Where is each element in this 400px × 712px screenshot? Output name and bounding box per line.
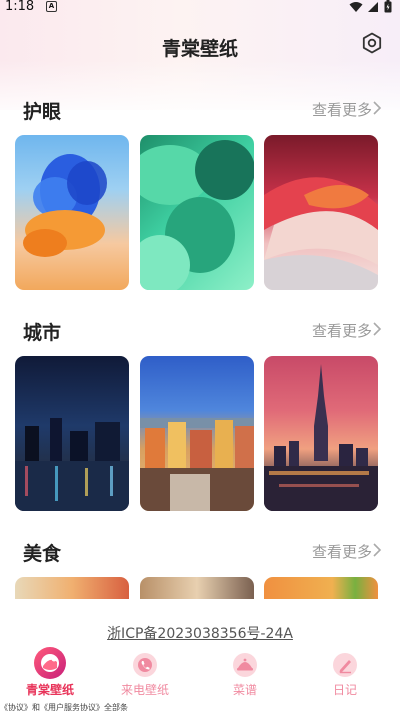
wallpaper-icon xyxy=(34,647,66,679)
wallpaper-art xyxy=(140,140,254,290)
tab-diary[interactable]: 日记 xyxy=(295,644,395,702)
icp-license-link[interactable]: 浙ICP备2023038356号-24A xyxy=(0,623,400,643)
tab-label: 日记 xyxy=(332,683,357,697)
tab-call-wallpaper[interactable]: 来电壁纸 xyxy=(95,644,195,702)
battery-icon xyxy=(384,0,392,13)
wallpaper-art xyxy=(140,418,254,511)
settings-button[interactable] xyxy=(360,31,384,55)
chevron-right-icon[interactable] xyxy=(372,542,382,558)
chevron-right-icon[interactable] xyxy=(372,321,382,337)
section-header-food: 美食 查看更多 xyxy=(0,539,400,569)
tab-label: 青棠壁纸 xyxy=(25,683,74,697)
section-header-eye-care: 护眼 查看更多 xyxy=(0,97,400,127)
signal-icon xyxy=(368,1,378,12)
status-time: 1:18 xyxy=(5,0,35,14)
wallpaper-thumbnail[interactable] xyxy=(140,135,254,290)
view-more-link[interactable]: 查看更多 xyxy=(312,541,372,562)
wifi-icon xyxy=(349,1,363,12)
settings-icon xyxy=(362,32,382,54)
agreement-text: 《协议》和《用户服务协议》全部条 xyxy=(0,703,128,712)
section-title: 美食 xyxy=(23,543,62,565)
wallpaper-thumbnail[interactable] xyxy=(264,577,378,599)
wallpaper-thumbnail[interactable] xyxy=(264,135,378,290)
bottom-tab-bar: 青棠壁纸 来电壁纸 菜谱 日记 xyxy=(0,644,400,704)
status-right xyxy=(349,0,392,13)
diary-icon xyxy=(333,653,357,677)
app-title: 青棠壁纸 xyxy=(161,38,238,60)
wallpaper-thumbnail[interactable] xyxy=(140,577,254,599)
status-bar: 1:18 A xyxy=(0,0,400,16)
tab-wallpaper[interactable]: 青棠壁纸 xyxy=(0,644,100,702)
chevron-right-icon[interactable] xyxy=(372,100,382,116)
tab-recipe[interactable]: 菜谱 xyxy=(195,644,295,702)
wallpaper-thumbnail[interactable] xyxy=(15,135,129,290)
agreement-strip: 《协议》和《用户服务协议》全部条 xyxy=(0,703,400,712)
view-more-link[interactable]: 查看更多 xyxy=(312,320,372,341)
notification-icon: A xyxy=(46,1,57,12)
section-title: 护眼 xyxy=(23,101,62,123)
recipe-icon xyxy=(233,653,257,677)
wallpaper-art xyxy=(23,154,107,257)
wallpaper-thumbnail[interactable] xyxy=(140,356,254,511)
section-header-city: 城市 查看更多 xyxy=(0,318,400,348)
incoming-call-icon xyxy=(133,653,157,677)
wallpaper-thumbnail[interactable] xyxy=(15,577,129,599)
tab-label: 菜谱 xyxy=(232,683,257,697)
wallpaper-art xyxy=(264,364,378,511)
wallpaper-thumbnail[interactable] xyxy=(264,356,378,511)
wallpaper-art xyxy=(15,418,129,511)
wallpaper-art xyxy=(264,177,378,290)
section-title: 城市 xyxy=(23,322,62,344)
tab-label: 来电壁纸 xyxy=(120,683,169,697)
view-more-link[interactable]: 查看更多 xyxy=(312,99,372,120)
wallpaper-thumbnail[interactable] xyxy=(15,356,129,511)
